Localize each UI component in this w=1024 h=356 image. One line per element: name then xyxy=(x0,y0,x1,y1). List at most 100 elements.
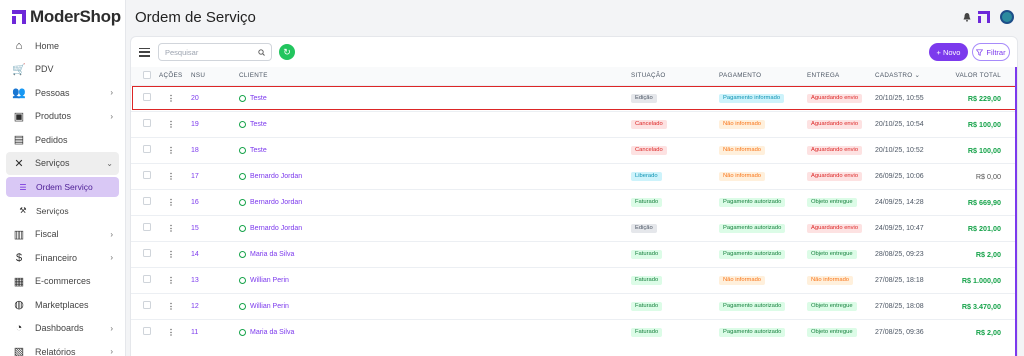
col-situacao[interactable]: SITUAÇÃO xyxy=(631,67,719,85)
orders-card: Pesquisar ↻ + Novo Filtrar AÇÕES NSU CLI… xyxy=(130,36,1018,356)
delivery-badge: Não informado xyxy=(807,275,854,285)
row-actions-icon[interactable]: ⋮ xyxy=(159,250,175,259)
sidebar-item-pdv[interactable]: 🛒 PDV xyxy=(0,58,125,82)
sidebar-item-e-commerces[interactable]: ▦ E-commerces xyxy=(0,270,125,294)
col-entrega[interactable]: ENTREGA xyxy=(807,67,875,85)
tools-icon: ✕ xyxy=(14,157,24,170)
row-client[interactable]: Teste xyxy=(239,120,631,128)
table-row[interactable]: ⋮ 12 Willian Perin Faturado Pagamento autori… xyxy=(131,293,1017,319)
filter-button[interactable]: Filtrar xyxy=(972,43,1010,61)
menu-icon[interactable] xyxy=(139,47,150,57)
table-row[interactable]: ⋮ 13 Willian Perin Faturado Não informado Não… xyxy=(131,267,1017,293)
sidebar-item-financeiro[interactable]: $ Financeiro › xyxy=(0,246,125,270)
home-icon: ⌂ xyxy=(15,39,23,52)
col-valor[interactable]: VALOR TOTAL xyxy=(947,67,1017,85)
app-logo[interactable]: ModerShop xyxy=(0,0,125,34)
row-actions-icon[interactable]: ⋮ xyxy=(159,328,175,337)
refresh-icon[interactable]: ↻ xyxy=(279,44,295,60)
col-nsu[interactable]: NSU xyxy=(191,67,239,85)
whatsapp-icon[interactable] xyxy=(239,224,246,232)
row-client[interactable]: Teste xyxy=(239,94,631,102)
row-nsu[interactable]: 16 xyxy=(191,199,199,206)
row-actions-icon[interactable]: ⋮ xyxy=(159,276,175,285)
row-nsu[interactable]: 11 xyxy=(191,329,198,336)
row-checkbox[interactable] xyxy=(143,171,151,179)
row-actions-icon[interactable]: ⋮ xyxy=(159,198,175,207)
row-nsu[interactable]: 13 xyxy=(191,277,199,284)
new-button[interactable]: + Novo xyxy=(929,43,968,61)
table-row[interactable]: ⋮ 20 Teste Edição Pagamento informado Aguarda… xyxy=(131,85,1017,111)
table-row[interactable]: ⋮ 16 Bernardo Jordan Faturado Pagamento auto… xyxy=(131,189,1017,215)
row-actions-icon[interactable]: ⋮ xyxy=(159,224,175,233)
sidebar-nav: ⌂ Home 🛒 PDV 👥 Pessoas › ▣ Produtos › ▤ Pedidos ✕ Ser… xyxy=(0,34,125,356)
sidebar-item-servi-os[interactable]: ✕ Serviços ⌄ xyxy=(6,151,119,175)
sidebar-item-dashboards[interactable]: ◔ Dashboards › xyxy=(0,317,125,341)
row-date: 27/08/25, 18:08 xyxy=(875,302,924,310)
sidebar-item-servi-os-sub[interactable]: ⚒ Serviços xyxy=(0,199,125,223)
whatsapp-icon[interactable] xyxy=(239,172,246,180)
row-actions-icon[interactable]: ⋮ xyxy=(159,302,175,311)
whatsapp-icon[interactable] xyxy=(239,276,246,284)
row-client[interactable]: Willian Perin xyxy=(239,302,631,310)
sidebar-item-home[interactable]: ⌂ Home xyxy=(0,34,125,58)
search-icon[interactable] xyxy=(258,48,265,56)
sidebar-item-pessoas[interactable]: 👥 Pessoas › xyxy=(0,81,125,105)
row-client[interactable]: Willian Perin xyxy=(239,276,631,284)
col-pagamento[interactable]: PAGAMENTO xyxy=(719,67,807,85)
row-actions-icon[interactable]: ⋮ xyxy=(159,172,175,181)
row-nsu[interactable]: 12 xyxy=(191,303,199,310)
bell-icon[interactable] xyxy=(962,12,972,22)
row-checkbox[interactable] xyxy=(143,119,151,127)
row-client-name: Willian Perin xyxy=(250,302,289,310)
row-client[interactable]: Teste xyxy=(239,146,631,154)
row-client[interactable]: Maria da Silva xyxy=(239,250,631,258)
row-nsu[interactable]: 20 xyxy=(191,95,199,102)
table-row[interactable]: ⋮ 14 Maria da Silva Faturado Pagamento autor… xyxy=(131,241,1017,267)
whatsapp-icon[interactable] xyxy=(239,328,246,336)
whatsapp-icon[interactable] xyxy=(239,198,246,206)
row-checkbox[interactable] xyxy=(143,327,151,336)
row-nsu[interactable]: 18 xyxy=(191,147,199,154)
row-nsu[interactable]: 15 xyxy=(191,225,199,232)
row-actions-icon[interactable]: ⋮ xyxy=(159,120,175,129)
status-badge: Edição xyxy=(631,223,657,233)
row-checkbox[interactable] xyxy=(143,275,151,283)
table-row[interactable]: ⋮ 18 Teste Cancelado Não informado Aguardando… xyxy=(131,137,1017,163)
sidebar-item-pedidos[interactable]: ▤ Pedidos xyxy=(0,128,125,152)
table-row[interactable]: ⋮ 17 Bernardo Jordan Liberado Não informado A… xyxy=(131,163,1017,189)
col-cadastro[interactable]: CADASTRO ⌄ xyxy=(875,67,947,85)
row-checkbox[interactable] xyxy=(143,197,151,205)
row-client[interactable]: Bernardo Jordan xyxy=(239,172,631,180)
table-row[interactable]: ⋮ 11 Maria da Silva Faturado Pagamento autor… xyxy=(131,319,1017,345)
row-actions-icon[interactable]: ⋮ xyxy=(159,146,175,155)
sidebar-item-produtos[interactable]: ▣ Produtos › xyxy=(0,105,125,129)
row-nsu[interactable]: 14 xyxy=(191,251,199,258)
row-checkbox[interactable] xyxy=(143,223,151,231)
sidebar-item-marketplaces[interactable]: ◍ Marketplaces xyxy=(0,293,125,317)
col-cliente[interactable]: CLIENTE xyxy=(239,67,631,85)
sidebar-item-relat-rios[interactable]: ▧ Relatórios › xyxy=(0,340,125,356)
row-nsu[interactable]: 19 xyxy=(191,121,199,128)
row-checkbox[interactable] xyxy=(143,301,151,309)
row-checkbox[interactable] xyxy=(143,145,151,153)
whatsapp-icon[interactable] xyxy=(239,94,246,102)
sidebar-item-fiscal[interactable]: ▥ Fiscal › xyxy=(0,223,125,247)
avatar[interactable] xyxy=(1000,10,1014,24)
select-all-checkbox[interactable] xyxy=(143,70,151,79)
search-input[interactable]: Pesquisar xyxy=(158,43,272,61)
table-row[interactable]: ⋮ 19 Teste Cancelado Não informado Aguardando… xyxy=(131,111,1017,137)
row-client[interactable]: Bernardo Jordan xyxy=(239,198,631,206)
row-nsu[interactable]: 17 xyxy=(191,173,199,180)
row-checkbox[interactable] xyxy=(143,249,151,257)
whatsapp-icon[interactable] xyxy=(239,146,246,154)
whatsapp-icon[interactable] xyxy=(239,250,246,258)
whatsapp-icon[interactable] xyxy=(239,120,246,128)
row-total: R$ 100,00 xyxy=(967,119,1001,129)
whatsapp-icon[interactable] xyxy=(239,302,246,310)
table-row[interactable]: ⋮ 15 Bernardo Jordan Edição Pagamento autori… xyxy=(131,215,1017,241)
sidebar-item-ordem-servi-o-sub[interactable]: ☰ Ordem Serviço xyxy=(6,177,119,197)
row-client[interactable]: Maria da Silva xyxy=(239,328,631,336)
row-client[interactable]: Bernardo Jordan xyxy=(239,224,631,232)
row-actions-icon[interactable]: ⋮ xyxy=(159,94,175,103)
row-checkbox[interactable] xyxy=(143,93,151,101)
